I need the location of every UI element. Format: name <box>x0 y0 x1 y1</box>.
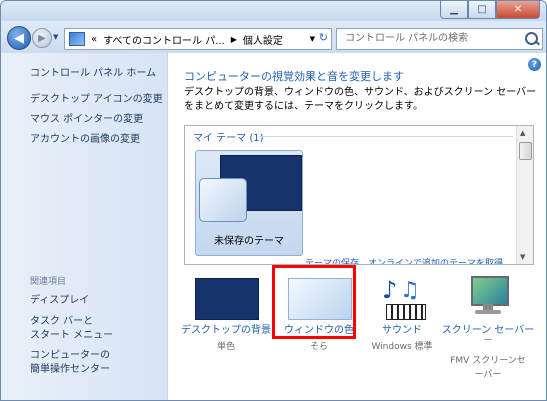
option-label[interactable]: デスクトップの背景 <box>178 321 274 336</box>
maximize-button[interactable]: □ <box>468 1 496 19</box>
control-panel-window: ▁ □ ✕ ◀ ▶ ▼ « すべてのコントロール パ... ▶ 個人設定 ▼ ↻… <box>0 0 547 401</box>
option-label[interactable]: サウンド <box>354 321 450 336</box>
group-divider <box>259 136 513 137</box>
close-icon: ✕ <box>513 4 523 15</box>
main-panel: ? コンピューターの視覚効果と音を変更します デスクトップの背景、ウィンドウの色… <box>168 53 546 400</box>
scroll-up-icon[interactable]: ▲ <box>520 129 525 137</box>
theme-preview-window <box>199 178 247 222</box>
my-themes-heading[interactable]: マイ テーマ (1) <box>193 129 264 144</box>
address-bar[interactable]: « すべてのコントロール パ... ▶ 個人設定 ▼ ↻ <box>64 28 332 50</box>
page-description: デスクトップの背景、ウィンドウの色、サウンド、およびスクリーン セーバーをまとめ… <box>184 87 537 112</box>
theme-tile-label: 未保存のテーマ <box>214 236 284 247</box>
related-heading: 関連項目 <box>30 277 67 287</box>
control-panel-icon <box>69 32 85 46</box>
theme-tile-unsaved[interactable]: 未保存のテーマ <box>195 150 303 256</box>
sound-icon: ♪ ♫ <box>374 274 430 320</box>
title-bar[interactable]: ▁ □ ✕ <box>1 1 546 21</box>
sidebar-change-mouse-pointer[interactable]: マウス ポインターの変更 <box>30 113 143 127</box>
breadcrumb-all-control-panel[interactable]: すべてのコントロール パ... <box>103 32 225 47</box>
search-icon[interactable] <box>525 32 538 45</box>
option-value-continued: ーバー <box>474 370 502 380</box>
history-dropdown-icon[interactable]: ▼ <box>53 33 58 41</box>
option-label-continued[interactable]: ー <box>440 333 536 346</box>
option-value: Windows 標準 <box>371 342 433 352</box>
theme-scrollbar[interactable]: ▲ ▼ <box>516 126 533 264</box>
refresh-icon[interactable]: ↻ <box>319 31 328 44</box>
breadcrumb-separator-icon[interactable]: ▶ <box>231 35 237 44</box>
page-title: コンピューターの視覚効果と音を変更します <box>184 70 404 83</box>
sidebar-change-account-picture[interactable]: アカウントの画像の変更 <box>30 133 140 147</box>
option-value: FMV スクリーンセ <box>450 356 526 366</box>
help-icon[interactable]: ? <box>528 58 541 71</box>
address-dropdown-icon[interactable]: ▼ <box>310 35 315 43</box>
option-value: そら <box>309 342 328 352</box>
navigation-bar: ◀ ▶ ▼ « すべてのコントロール パ... ▶ 個人設定 ▼ ↻ <box>1 21 546 53</box>
sidebar-display[interactable]: ディスプレイ <box>30 294 89 308</box>
scroll-down-icon[interactable]: ▼ <box>520 253 525 261</box>
sidebar-control-panel-home[interactable]: コントロール パネル ホーム <box>30 67 156 81</box>
window-color-highlight <box>272 265 356 339</box>
theme-list: マイ テーマ (1) 未保存のテーマ テーマの保存 オンラインで追加のテーマを取… <box>184 125 534 265</box>
forward-arrow-icon: ▶ <box>38 32 46 44</box>
desktop-background-icon <box>195 278 259 320</box>
sidebar: コントロール パネル ホーム デスクトップ アイコンの変更 マウス ポインターの… <box>1 53 168 400</box>
sidebar-change-desktop-icons[interactable]: デスクトップ アイコンの変更 <box>30 93 163 107</box>
breadcrumb-overflow[interactable]: « <box>91 34 97 45</box>
caption-buttons: ▁ □ ✕ <box>440 1 540 19</box>
breadcrumb-personalization[interactable]: 個人設定 <box>243 32 283 47</box>
sidebar-taskbar-start-menu[interactable]: タスク バーと スタート メニュー <box>30 315 113 343</box>
minimize-icon: ▁ <box>450 4 458 15</box>
search-input[interactable] <box>337 29 515 47</box>
search-box[interactable] <box>336 28 543 50</box>
content-area: コントロール パネル ホーム デスクトップ アイコンの変更 マウス ポインターの… <box>1 53 546 400</box>
minimize-button[interactable]: ▁ <box>440 1 468 19</box>
theme-links[interactable]: テーマの保存 オンラインで追加のテーマを取得 <box>305 256 503 264</box>
back-button[interactable]: ◀ <box>7 26 31 50</box>
forward-button[interactable]: ▶ <box>32 28 52 48</box>
back-arrow-icon: ◀ <box>14 30 24 46</box>
scroll-thumb[interactable] <box>519 142 532 160</box>
option-value: 単色 <box>216 342 235 352</box>
screensaver-icon <box>465 274 511 318</box>
maximize-icon: □ <box>477 4 487 15</box>
sidebar-ease-of-access[interactable]: コンピューターの 簡単操作センター <box>30 349 110 377</box>
close-button[interactable]: ✕ <box>496 1 540 19</box>
